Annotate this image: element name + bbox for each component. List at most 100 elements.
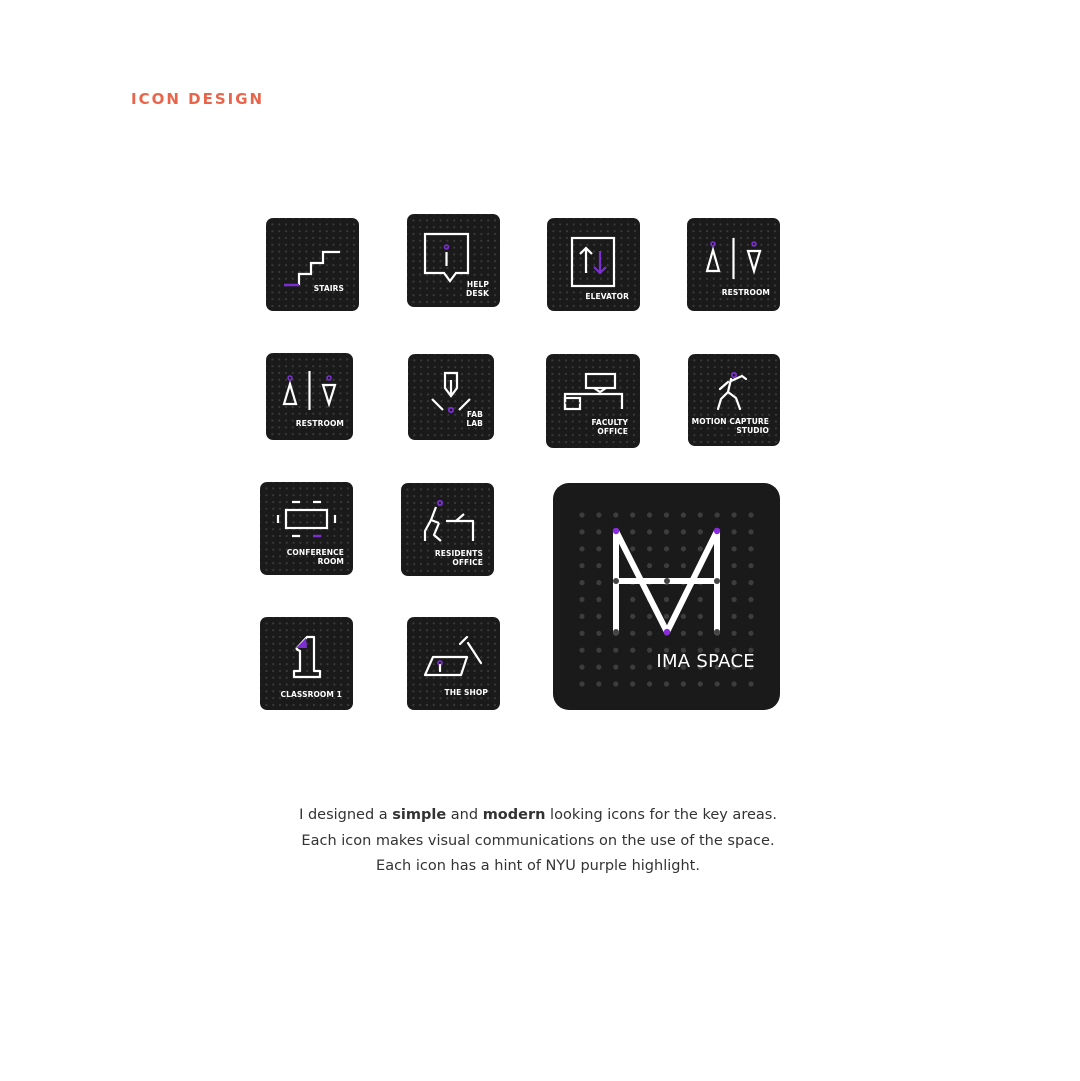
grid-dot [663,563,670,569]
grid-dot [647,647,653,653]
grid-dot [630,647,636,653]
grid-dot [680,563,686,569]
grid-dot [579,647,585,653]
grid-dot [647,613,653,619]
grid-dot [748,580,754,586]
ima-logo-icon [579,512,754,687]
grid-dot [579,563,585,569]
grid-dot [630,664,636,670]
grid-dot [596,546,602,552]
grid-dot [748,596,754,603]
grid-dot [731,563,737,569]
grid-dot [697,512,703,518]
grid-dot [579,529,585,535]
grid-dot [613,647,619,653]
grid-dot [647,512,653,518]
grid-dot [647,664,653,670]
grid-dot [697,596,703,603]
grid-dot [630,512,636,518]
grid-dot [596,563,602,569]
grid-dot [680,512,686,518]
grid-dot [630,596,636,603]
tile-restroom: RESTROOM [266,353,353,440]
tile-motion-capture: MOTION CAPTURE STUDIO [688,354,780,446]
grid-dot [731,596,737,603]
tile-residents-office: RESIDENTS OFFICE [401,483,494,576]
grid-dot [663,512,670,518]
grid-dot [630,630,636,636]
grid-dot [680,613,686,619]
grid-dot [731,630,737,636]
grid-dot [697,630,703,636]
tile-ima-space: IMA SPACE [553,483,780,710]
grid-dot [596,681,602,687]
grid-dot [663,681,670,687]
tile-label: RESTROOM [295,419,344,428]
grid-dot [680,681,686,687]
stairs-icon [284,250,340,287]
page-heading: ICON DESIGN [131,90,265,108]
tile-label: FACULTY OFFICE [591,418,628,436]
grid-dot [748,529,754,535]
grid-dot [630,613,636,619]
tile-stairs: STAIRS [266,218,359,311]
grid-dot [697,681,703,687]
tile-the-shop: THE SHOP [407,617,500,710]
grid-dot [613,664,619,670]
grid-dot [663,546,670,552]
grid-dot [731,613,737,619]
grid-dot [731,580,737,586]
tile-fab-lab: FAB LAB [408,354,494,440]
tile-label: HELP DESK [466,280,489,298]
grid-dot [731,512,737,518]
grid-dot [647,563,653,569]
grid-dot [714,512,720,518]
grid-dot [697,529,703,535]
description: I designed a simple and modern looking i… [0,803,1076,880]
grid-dot [731,546,737,552]
tile-label: ELEVATOR [585,292,629,301]
grid-dot [579,630,585,636]
grid-dot [647,546,653,552]
grid-dot [748,613,754,619]
tile-label: CLASSROOM 1 [280,690,342,699]
grid-dot [680,529,686,535]
grid-dot [647,681,653,687]
grid-dot [647,529,653,535]
grid-dot [596,580,602,586]
grid-dot [579,613,585,619]
tile-conference-room: CONFERENCE ROOM [260,482,353,575]
tile-restroom: RESTROOM [687,218,780,311]
tile-label: FAB LAB [466,410,483,428]
grid-dot [663,529,670,535]
tile-label: MOTION CAPTURE STUDIO [691,417,769,435]
description-line-1: I designed a simple and modern looking i… [299,807,777,823]
grid-dot [663,613,670,619]
tile-label: CONFERENCE ROOM [286,548,344,566]
grid-dot [579,512,585,518]
grid-dot [663,596,670,603]
grid-dot [579,546,585,552]
grid-dot [579,596,585,603]
tile-label: THE SHOP [444,688,488,697]
description-line-3: Each icon has a hint of NYU purple highl… [376,858,700,874]
grid-dot [697,546,703,552]
grid-dot [697,613,703,619]
tile-help-desk: HELP DESK [407,214,500,307]
tile-elevator: ELEVATOR [547,218,640,311]
grid-dot [596,647,602,653]
grid-dot [630,529,636,535]
grid-dot [613,681,619,687]
grid-dot [579,664,585,670]
grid-dot [647,630,653,636]
description-line-2: Each icon makes visual communications on… [301,832,775,849]
tile-faculty-office: FACULTY OFFICE [546,354,640,448]
grid-dot [596,613,602,619]
restroom-icon [705,238,762,279]
grid-dot [748,563,754,569]
grid-dot [748,512,754,518]
grid-dot [630,546,636,552]
grid-dot [596,529,602,535]
logo-label: IMA SPACE [656,651,755,672]
tile-classroom: CLASSROOM 1 [260,617,353,710]
